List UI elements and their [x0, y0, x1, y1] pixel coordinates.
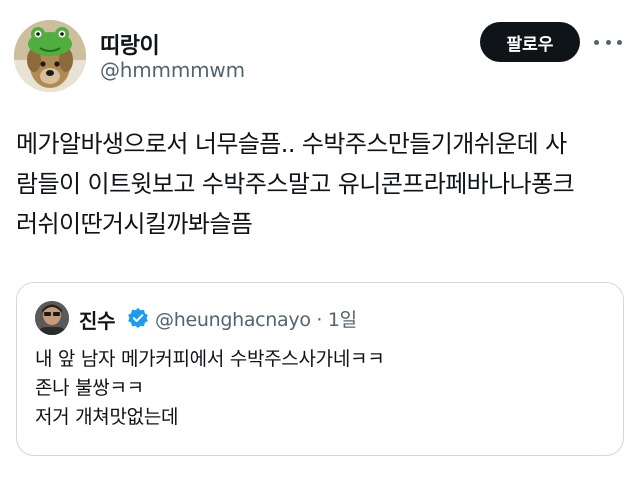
person-avatar-icon: [35, 301, 69, 335]
tweet-text: 메가알바생으로서 너무슬픔.. 수박주스만들기개쉬운데 사 람들이 이트윗보고 …: [16, 124, 628, 244]
tweet-text-line: 러쉬이딴거시킬까봐슬픔: [16, 210, 253, 238]
quoted-author-avatar[interactable]: [35, 301, 69, 335]
verified-badge-icon: [128, 308, 148, 328]
quoted-display-name[interactable]: 진수: [79, 305, 116, 334]
author-display-name[interactable]: 띠랑이: [100, 28, 160, 60]
quoted-text-line: 존나 불쌍ㅋㅋ: [35, 377, 144, 399]
more-icon[interactable]: [594, 30, 622, 54]
tweet-text-line: 람들이 이트윗보고 수박주스말고 유니콘프라페바나나퐁크: [16, 170, 575, 198]
author-handle[interactable]: @hmmmmwm: [100, 58, 245, 82]
more-dot: [605, 39, 611, 45]
tweet: 띠랑이 @hmmmmwm 팔로우 메가알바생으로서 너무슬픔.. 수박주스만들기…: [0, 0, 640, 484]
dog-avatar-icon: [14, 20, 86, 92]
tweet-text-line: 메가알바생으로서 너무슬픔.. 수박주스만들기개쉬운데 사: [16, 130, 567, 158]
follow-button[interactable]: 팔로우: [480, 22, 580, 62]
author-avatar[interactable]: [14, 20, 86, 92]
quoted-text-line: 내 앞 남자 메가커피에서 수박주스사가네ㅋㅋ: [35, 348, 385, 370]
quoted-handle-time[interactable]: @heunghacnayo · 1일: [155, 305, 357, 332]
quoted-tweet[interactable]: 진수 @heunghacnayo · 1일 내 앞 남자 메가커피에서 수박주스…: [16, 282, 624, 456]
quoted-text-line: 저거 개쳐맛없는데: [35, 406, 179, 428]
more-dot: [594, 39, 599, 45]
quoted-text: 내 앞 남자 메가커피에서 수박주스사가네ㅋㅋ 존나 불쌍ㅋㅋ 저거 개쳐맛없는…: [35, 345, 595, 432]
more-dot: [617, 39, 622, 45]
